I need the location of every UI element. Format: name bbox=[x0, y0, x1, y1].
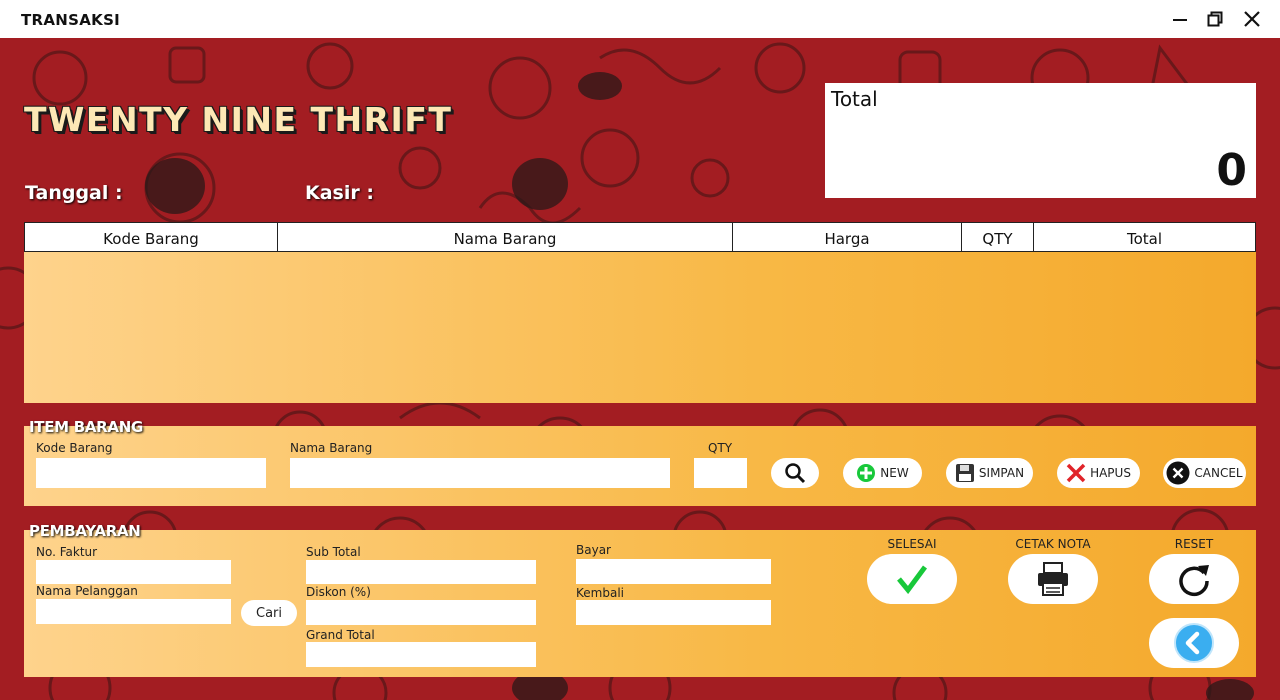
pembayaran-panel: PEMBAYARAN No. Faktur Nama Pelanggan Car… bbox=[24, 522, 1256, 677]
add-icon bbox=[857, 464, 876, 482]
sub-total-input[interactable] bbox=[306, 560, 536, 584]
simpan-label: SIMPAN bbox=[978, 466, 1025, 480]
cari-button[interactable]: Cari bbox=[241, 600, 297, 626]
no-faktur-input[interactable] bbox=[36, 560, 231, 584]
column-header-qty[interactable]: QTY bbox=[962, 223, 1034, 251]
pembayaran-title: PEMBAYARAN bbox=[29, 522, 141, 540]
maximize-button[interactable] bbox=[1205, 9, 1225, 29]
items-table-body[interactable] bbox=[24, 252, 1256, 403]
bayar-label: Bayar bbox=[576, 543, 611, 557]
qty-label: QTY bbox=[708, 441, 733, 455]
search-button[interactable] bbox=[771, 458, 819, 488]
title-bar: TRANSAKSI bbox=[0, 0, 1280, 38]
delete-icon bbox=[1066, 463, 1086, 483]
kasir-label: Kasir : bbox=[305, 182, 374, 204]
no-faktur-label: No. Faktur bbox=[36, 545, 98, 559]
item-barang-title: ITEM BARANG bbox=[29, 418, 143, 436]
close-icon bbox=[1244, 11, 1260, 27]
nama-pelanggan-label: Nama Pelanggan bbox=[36, 584, 138, 598]
minimize-button[interactable] bbox=[1170, 9, 1190, 29]
total-value: 0 bbox=[1216, 145, 1247, 196]
hapus-label: HAPUS bbox=[1090, 466, 1131, 480]
minimize-icon bbox=[1173, 19, 1187, 21]
nama-barang-input[interactable] bbox=[290, 458, 670, 488]
close-button[interactable] bbox=[1242, 9, 1262, 29]
tanggal-label: Tanggal : bbox=[25, 182, 123, 204]
printer-icon bbox=[1038, 562, 1068, 596]
kode-barang-label: Kode Barang bbox=[36, 441, 113, 455]
diskon-label: Diskon (%) bbox=[306, 585, 371, 599]
kembali-label: Kembali bbox=[576, 586, 624, 600]
new-button[interactable]: NEW bbox=[843, 458, 922, 488]
reset-button[interactable] bbox=[1149, 554, 1239, 604]
diskon-input[interactable] bbox=[306, 600, 536, 625]
cancel-icon bbox=[1166, 461, 1190, 485]
qty-input[interactable] bbox=[694, 458, 747, 488]
column-header-total[interactable]: Total bbox=[1034, 223, 1255, 251]
back-arrow-icon bbox=[1174, 623, 1214, 663]
total-label: Total bbox=[831, 87, 878, 111]
check-icon bbox=[897, 565, 928, 594]
simpan-button[interactable]: SIMPAN bbox=[946, 458, 1033, 488]
column-header-harga[interactable]: Harga bbox=[733, 223, 962, 251]
new-label: NEW bbox=[880, 466, 909, 480]
nama-pelanggan-input[interactable] bbox=[36, 599, 231, 624]
refresh-icon bbox=[1179, 565, 1209, 597]
hapus-button[interactable]: HAPUS bbox=[1057, 458, 1140, 488]
back-button[interactable] bbox=[1149, 618, 1239, 668]
kembali-input[interactable] bbox=[576, 600, 771, 625]
grand-total-input[interactable] bbox=[306, 642, 536, 667]
search-icon bbox=[785, 463, 806, 484]
cancel-button[interactable]: CANCEL bbox=[1163, 458, 1246, 488]
cancel-label: CANCEL bbox=[1194, 466, 1243, 480]
sub-total-label: Sub Total bbox=[306, 545, 361, 559]
total-display: Total 0 bbox=[825, 83, 1256, 198]
save-icon bbox=[955, 464, 974, 482]
selesai-label: SELESAI bbox=[887, 537, 937, 551]
selesai-button[interactable] bbox=[867, 554, 957, 604]
cetak-nota-button[interactable] bbox=[1008, 554, 1098, 604]
reset-label: RESET bbox=[1174, 537, 1214, 551]
column-header-kode[interactable]: Kode Barang bbox=[25, 223, 278, 251]
nama-barang-label: Nama Barang bbox=[290, 441, 373, 455]
cetak-nota-label: CETAK NOTA bbox=[1015, 537, 1091, 551]
brand-title: TWENTY NINE THRIFT bbox=[24, 100, 453, 139]
items-table-header: Kode Barang Nama Barang Harga QTY Total bbox=[24, 222, 1256, 252]
column-header-nama[interactable]: Nama Barang bbox=[278, 223, 733, 251]
grand-total-label: Grand Total bbox=[306, 628, 375, 642]
item-barang-panel: ITEM BARANG Kode Barang Nama Barang QTY … bbox=[24, 418, 1256, 506]
restore-icon bbox=[1207, 11, 1223, 27]
kode-barang-input[interactable] bbox=[36, 458, 266, 488]
window-title: TRANSAKSI bbox=[21, 11, 121, 29]
bayar-input[interactable] bbox=[576, 559, 771, 584]
